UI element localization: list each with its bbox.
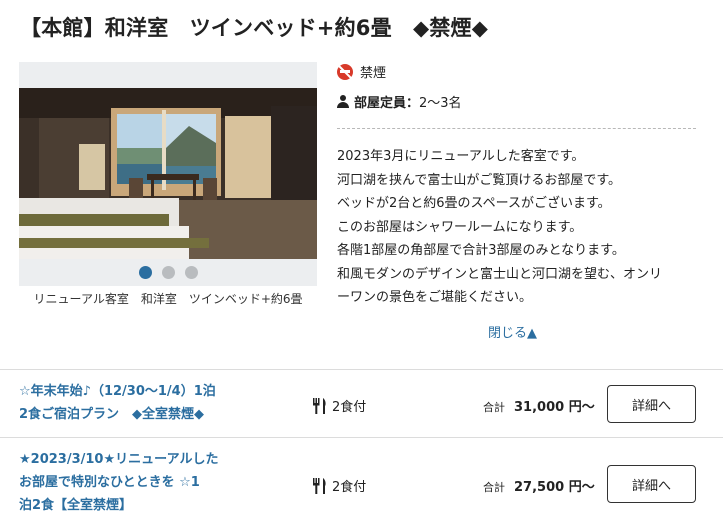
dashed-divider bbox=[337, 128, 696, 129]
gallery-dot[interactable] bbox=[161, 266, 175, 279]
price-info: 合計 31,000 円～ bbox=[483, 396, 595, 415]
description-line: 各階1部屋の角部屋で合計3部屋のみとなります。 bbox=[337, 243, 625, 258]
price-info: 合計 27,500 円～ bbox=[483, 476, 595, 495]
plan-title-line: お部屋で特別なひとときを ☆1 bbox=[19, 475, 200, 490]
smoking-status: 禁煙 bbox=[337, 62, 697, 81]
price-value: 27,500 円～ bbox=[514, 480, 595, 495]
description-line: このお部屋はシャワールームになります。 bbox=[337, 219, 583, 235]
plan-title-link[interactable]: ☆年末年始♪（12/30～1/4）1泊 2食ご宿泊プラン ◆全室禁煙◆ bbox=[19, 380, 216, 426]
room-photo[interactable] bbox=[19, 88, 317, 259]
capacity-label: 部屋定員： bbox=[354, 96, 420, 111]
gallery-dot[interactable] bbox=[184, 266, 198, 279]
plan-title-link[interactable]: ★2023/3/10★リニューアルした お部屋で特別なひとときを ☆1 泊2食【… bbox=[19, 448, 218, 517]
room-title: 【本館】和洋室 ツインベッド+約6畳 ◆禁煙◆ bbox=[20, 16, 489, 40]
meal-label: 2食付 bbox=[332, 480, 367, 495]
plan-row: ☆年末年始♪（12/30～1/4）1泊 2食ご宿泊プラン ◆全室禁煙◆ 2食付 … bbox=[0, 370, 723, 436]
description-line: ーワンの景色をご堪能ください。 bbox=[337, 290, 533, 305]
description-line: 2023年3月にリニューアルした客室です。 bbox=[337, 149, 585, 164]
plan-title-line: ☆年末年始♪（12/30～1/4）1泊 bbox=[19, 384, 216, 399]
fork-knife-icon bbox=[312, 477, 329, 494]
photo-gallery[interactable] bbox=[19, 62, 317, 286]
capacity-value: 2～3名 bbox=[419, 96, 462, 111]
description-line: 和風モダンのデザインと富士山と河口湖を望む、オンリ bbox=[337, 266, 663, 282]
plan-row: ★2023/3/10★リニューアルした お部屋で特別なひとときを ☆1 泊2食【… bbox=[0, 438, 723, 528]
photo-caption: リニューアル客室 和洋室 ツインベッド+約6畳 bbox=[33, 292, 303, 306]
fork-knife-icon bbox=[312, 397, 329, 414]
meal-info: 2食付 bbox=[312, 476, 366, 495]
price-label: 合計 bbox=[483, 481, 505, 494]
no-smoking-icon bbox=[337, 63, 353, 80]
gallery-dots bbox=[19, 264, 317, 283]
room-capacity: 部屋定員： 2～3名 bbox=[337, 92, 697, 111]
plan-title-line: ★2023/3/10★リニューアルした bbox=[19, 452, 219, 467]
close-details-link[interactable]: 閉じる▲ bbox=[488, 322, 537, 341]
gallery-dot[interactable] bbox=[138, 266, 152, 279]
room-photo-image bbox=[19, 88, 317, 259]
meal-label: 2食付 bbox=[332, 400, 367, 415]
meal-info: 2食付 bbox=[312, 396, 366, 415]
plan-title-line: 2食ご宿泊プラン ◆全室禁煙◆ bbox=[19, 407, 205, 422]
description-line: 河口湖を挟んで富士山がご覧頂けるお部屋です。 bbox=[337, 172, 622, 188]
person-icon bbox=[337, 95, 349, 108]
plan-title-line: 泊2食【全室禁煙】 bbox=[19, 498, 133, 513]
smoking-label: 禁煙 bbox=[360, 66, 387, 81]
detail-button[interactable]: 詳細へ bbox=[607, 465, 696, 503]
price-label: 合計 bbox=[483, 401, 505, 414]
detail-button[interactable]: 詳細へ bbox=[607, 385, 696, 423]
description-line: ベッドが2台と約6畳のスペースがございます。 bbox=[337, 196, 611, 211]
price-value: 31,000 円～ bbox=[514, 400, 595, 415]
room-description: 2023年3月にリニューアルした客室です。 河口湖を挟んで富士山がご覧頂けるお部… bbox=[337, 145, 707, 310]
room-info: 禁煙 部屋定員： 2～3名 bbox=[337, 62, 697, 111]
